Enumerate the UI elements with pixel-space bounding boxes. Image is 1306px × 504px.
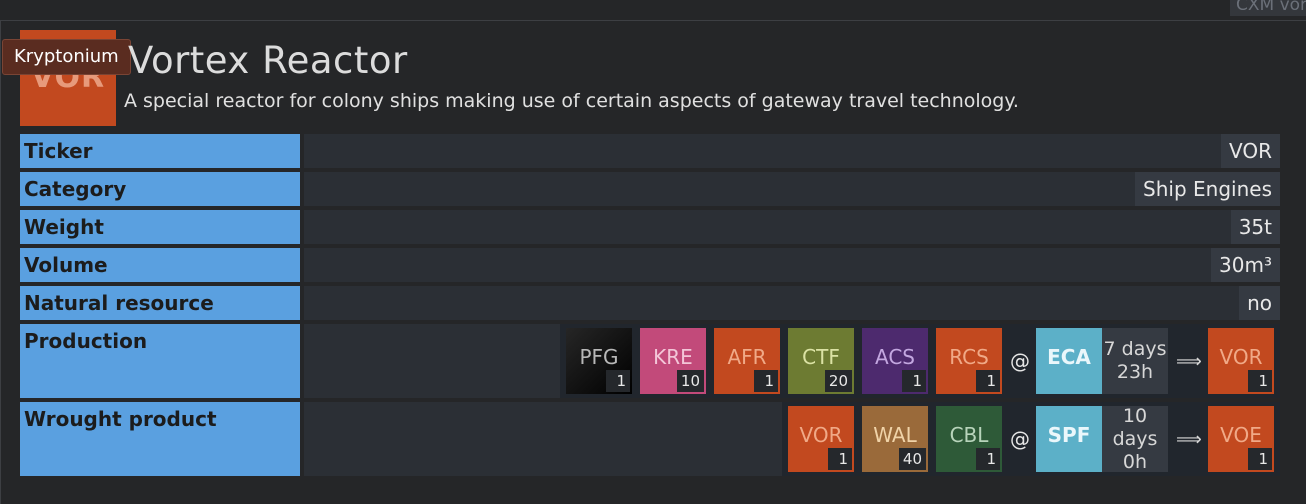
left-divider xyxy=(0,20,1,504)
material-qty: 20 xyxy=(824,370,852,392)
tooltip: Kryptonium xyxy=(2,39,131,75)
wrought-recipe: VOR 1 WAL 40 CBL 1 @ SPF 10 days 0h ⟹ VO… xyxy=(782,402,1280,476)
material-qty: 1 xyxy=(754,370,778,392)
material-qty: 1 xyxy=(1248,370,1272,392)
material-tile[interactable]: WAL 40 xyxy=(862,406,928,472)
material-ticker: VOR xyxy=(799,423,843,447)
material-qty: 1 xyxy=(828,448,852,470)
duration-line: 0h xyxy=(1122,450,1148,473)
row-category: Category Ship Engines xyxy=(20,172,1280,206)
material-description: A special reactor for colony ships makin… xyxy=(124,90,1019,112)
top-divider xyxy=(0,20,1306,21)
ticker-value: VOR xyxy=(1221,134,1280,168)
row-natural-resource: Natural resource no xyxy=(20,286,1280,320)
row-label: Volume xyxy=(20,248,300,282)
category-value: Ship Engines xyxy=(1135,172,1280,206)
building-tile[interactable]: SPF xyxy=(1036,406,1102,472)
material-ticker: ACS xyxy=(875,345,915,369)
building-ticker: ECA xyxy=(1047,345,1091,369)
material-qty: 1 xyxy=(976,370,1000,392)
row-label: Production xyxy=(20,324,300,398)
duration-line: 23h xyxy=(1116,361,1154,383)
arrow-icon: ⟹ xyxy=(1176,350,1202,372)
production-recipe: PFG 1 KRE 10 AFR 1 CTF 20 ACS 1 RCS 1 @ … xyxy=(560,324,1280,398)
row-value-area: 30m³ xyxy=(304,248,1280,282)
material-ticker: CBL xyxy=(949,423,989,447)
building-tile[interactable]: ECA xyxy=(1036,328,1102,394)
duration-line: days xyxy=(1112,427,1158,450)
material-tile[interactable]: VOE 1 xyxy=(1208,406,1274,472)
volume-value: 30m³ xyxy=(1211,248,1280,282)
at-symbol: @ xyxy=(1010,349,1030,373)
material-tile[interactable]: KRE 10 xyxy=(640,328,706,394)
material-tile[interactable]: VOR 1 xyxy=(788,406,854,472)
material-qty: 1 xyxy=(976,448,1000,470)
material-tile[interactable]: VOR 1 xyxy=(1208,328,1274,394)
material-ticker: VOR xyxy=(1219,345,1263,369)
material-tile[interactable]: PFG 1 xyxy=(566,328,632,394)
material-ticker: KRE xyxy=(653,345,693,369)
row-label: Wrought product xyxy=(20,402,300,476)
material-ticker: AFR xyxy=(727,345,767,369)
row-weight: Weight 35t xyxy=(20,210,1280,244)
duration-line: 10 xyxy=(1122,404,1148,427)
row-wrought-product: Wrought product VOR 1 WAL 40 CBL 1 @ SPF… xyxy=(20,402,1280,476)
material-qty: 40 xyxy=(898,448,926,470)
material-qty: 1 xyxy=(902,370,926,392)
material-tile[interactable]: CBL 1 xyxy=(936,406,1002,472)
material-tile[interactable]: ACS 1 xyxy=(862,328,928,394)
duration: 7 days 23h xyxy=(1102,328,1168,394)
row-value-area: 35t xyxy=(304,210,1280,244)
material-tile[interactable]: RCS 1 xyxy=(936,328,1002,394)
page-title: Vortex Reactor xyxy=(128,39,408,82)
material-ticker: PFG xyxy=(579,345,619,369)
row-label: Ticker xyxy=(20,134,300,168)
row-label: Weight xyxy=(20,210,300,244)
building-ticker: SPF xyxy=(1047,423,1091,447)
material-tile[interactable]: AFR 1 xyxy=(714,328,780,394)
material-qty: 1 xyxy=(1248,448,1272,470)
duration: 10 days 0h xyxy=(1102,404,1168,473)
row-value-area: VOR xyxy=(304,134,1280,168)
row-label: Category xyxy=(20,172,300,206)
material-ticker: CTF xyxy=(802,345,840,369)
material-ticker: VOE xyxy=(1220,423,1262,447)
material-tile[interactable]: CTF 20 xyxy=(788,328,854,394)
corner-tag[interactable]: CXM vor xyxy=(1230,0,1306,16)
row-label: Natural resource xyxy=(20,286,300,320)
row-production: Production PFG 1 KRE 10 AFR 1 CTF 20 ACS… xyxy=(20,324,1280,398)
row-volume: Volume 30m³ xyxy=(20,248,1280,282)
material-ticker: RCS xyxy=(949,345,989,369)
weight-value: 35t xyxy=(1230,210,1280,244)
row-ticker: Ticker VOR xyxy=(20,134,1280,168)
at-symbol: @ xyxy=(1010,427,1030,451)
arrow-icon: ⟹ xyxy=(1176,428,1202,450)
row-value-area: VOR 1 WAL 40 CBL 1 @ SPF 10 days 0h ⟹ VO… xyxy=(304,402,1280,476)
material-ticker: WAL xyxy=(873,423,917,447)
row-value-area: no xyxy=(304,286,1280,320)
duration-line: 7 days xyxy=(1103,338,1167,360)
row-value-area: Ship Engines xyxy=(304,172,1280,206)
natural-resource-value: no xyxy=(1239,286,1280,320)
row-value-area: PFG 1 KRE 10 AFR 1 CTF 20 ACS 1 RCS 1 @ … xyxy=(304,324,1280,398)
material-qty: 1 xyxy=(606,370,630,392)
material-qty: 10 xyxy=(676,370,704,392)
